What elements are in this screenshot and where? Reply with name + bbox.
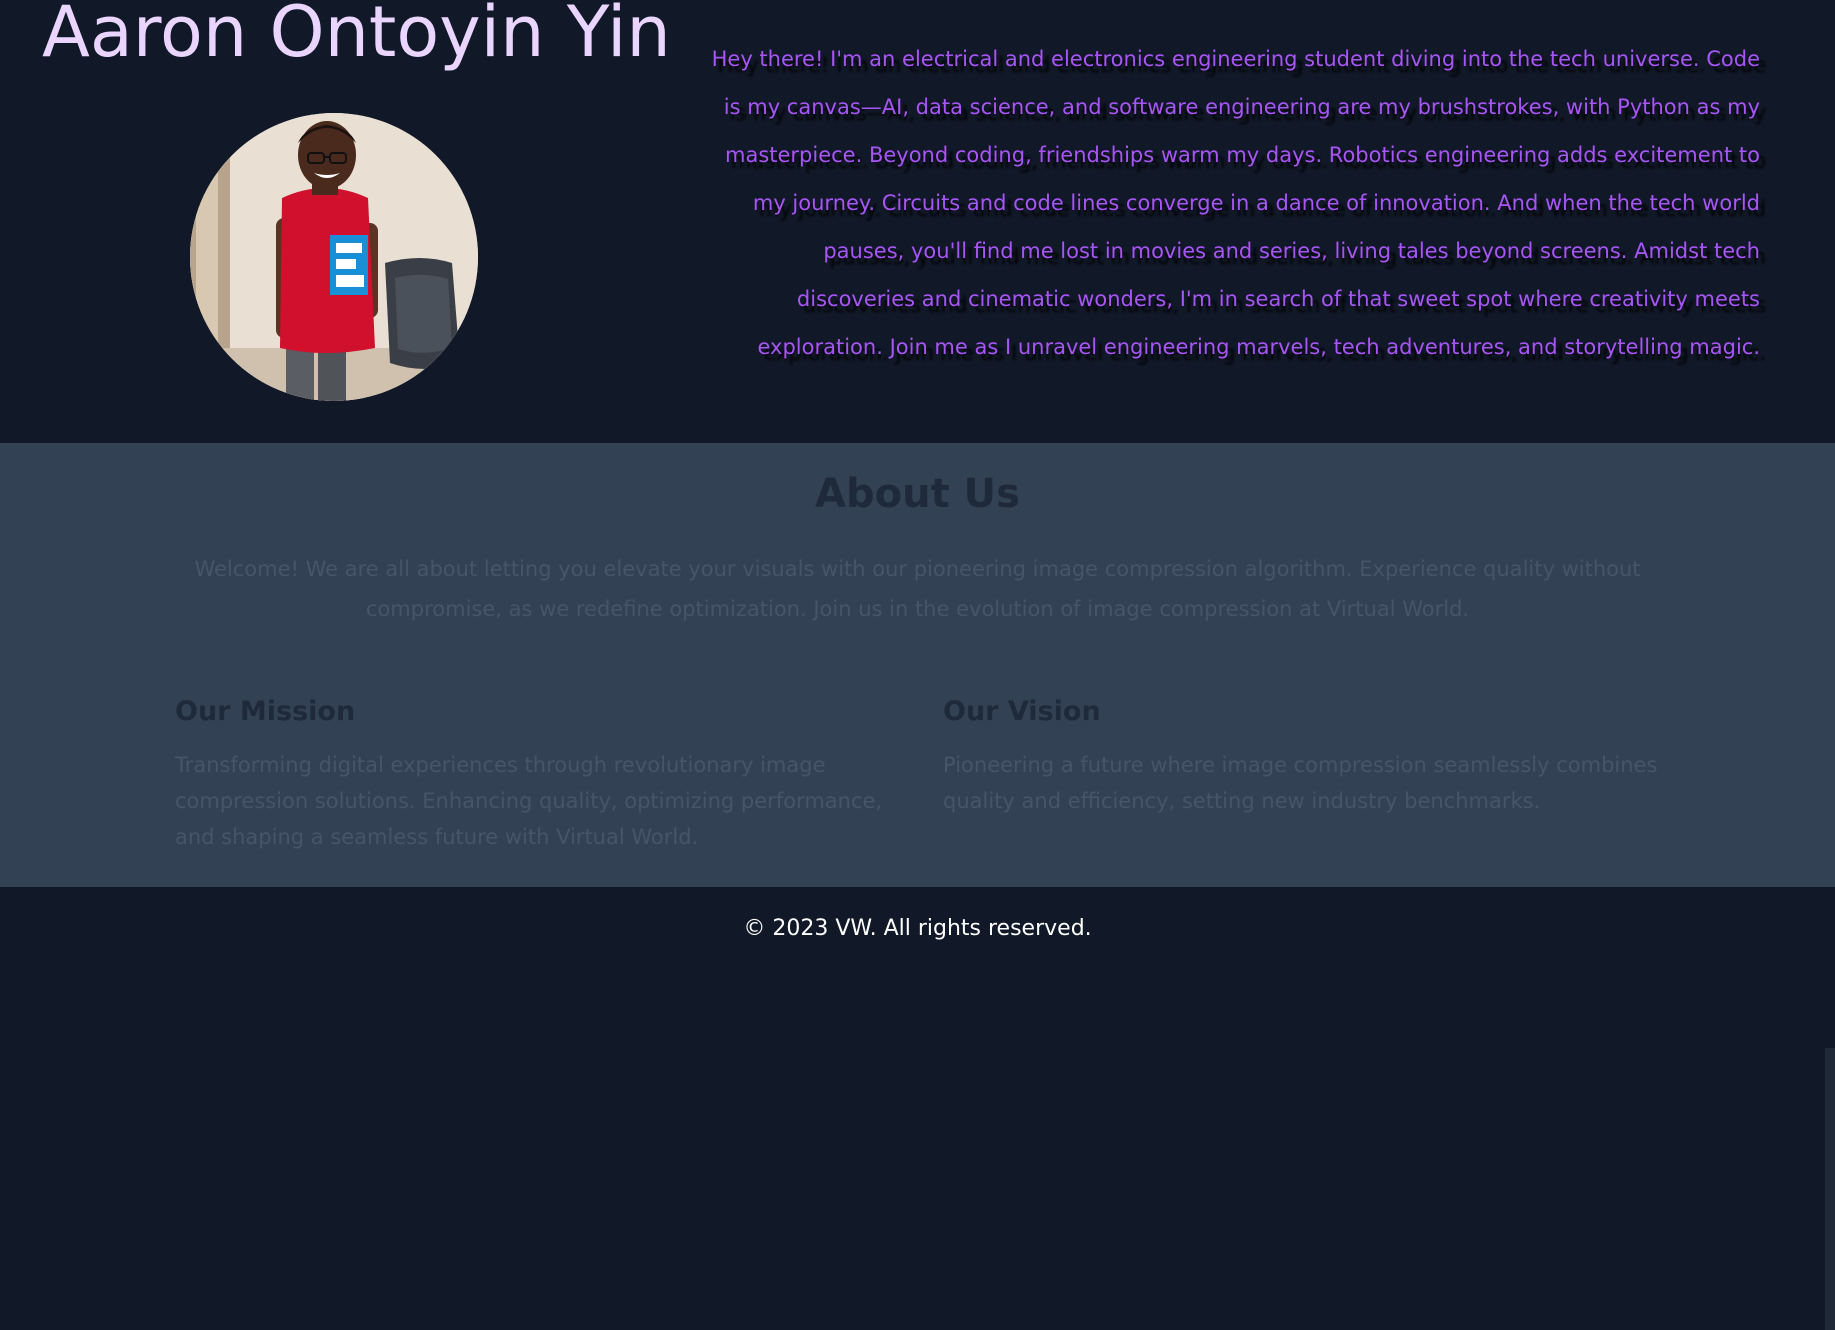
footer: © 2023 VW. All rights reserved. xyxy=(0,887,1835,973)
profile-photo xyxy=(190,113,478,401)
vision-block: Our Vision Pioneering a future where ima… xyxy=(943,696,1673,819)
profile-bio: Hey there! I'm an electrical and electro… xyxy=(711,47,1760,359)
vision-text: Pioneering a future where image compress… xyxy=(943,753,1658,813)
about-description: Welcome! We are all about letting you el… xyxy=(194,557,1641,621)
about-section: About Us Welcome! We are all about letti… xyxy=(0,443,1835,1330)
vision-heading: Our Vision xyxy=(943,696,1101,727)
hero-section: Aaron Ontoyin Yin Hey there! I'm an elec… xyxy=(0,0,1835,443)
mission-block: Our Mission Transforming digital experie… xyxy=(175,696,905,855)
about-title: About Us xyxy=(815,471,1020,517)
profile-name: Aaron Ontoyin Yin xyxy=(42,0,671,73)
copyright-text: © 2023 VW. All rights reserved. xyxy=(743,916,1092,941)
mission-heading: Our Mission xyxy=(175,696,356,727)
scrollbar-thumb[interactable] xyxy=(1825,1048,1835,1330)
mission-text: Transforming digital experiences through… xyxy=(175,753,883,849)
